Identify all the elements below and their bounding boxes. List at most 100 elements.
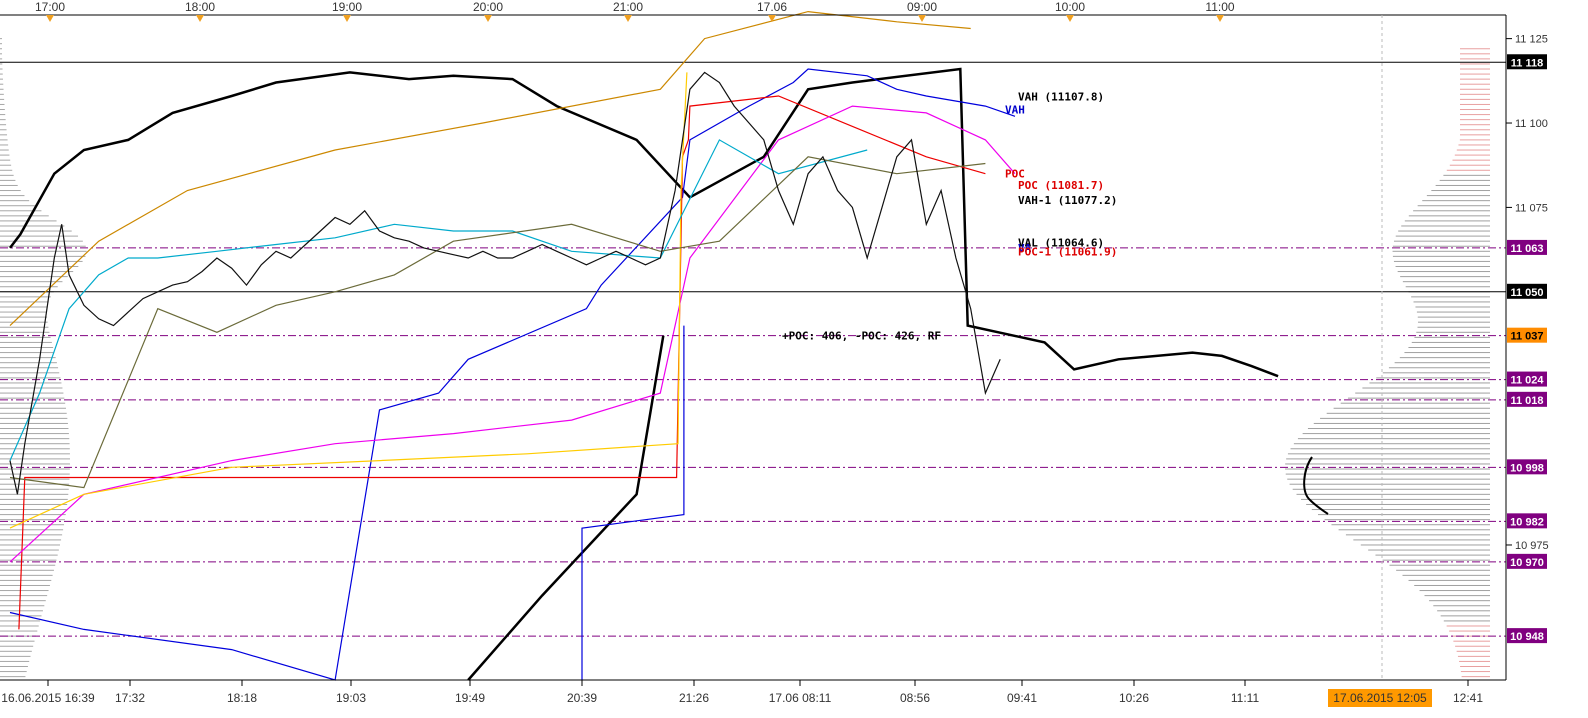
volume-bar-left [0,250,87,252]
volume-bar-right [1382,372,1490,374]
volume-bar-right [1347,397,1490,399]
volume-bar-left [0,544,60,546]
volume-bar-left [0,38,2,40]
volume-bar-right [1382,559,1490,561]
bottom-time-tick: 17:32 [115,691,145,705]
annotation-label: VAH [1005,104,1025,117]
volume-bar-right [1457,655,1490,657]
volume-bar-left [0,296,51,298]
volume-bar-left [0,640,35,642]
volume-bar-right [1446,625,1490,627]
volume-bar-left [0,169,13,171]
volume-bar-left [0,493,69,495]
volume-bar-left [0,190,21,192]
volume-bar-right [1460,53,1490,55]
volume-bar-right [1313,422,1490,424]
volume-bar-left [0,184,18,186]
volume-bar-right [1460,665,1490,667]
volume-bar-right [1326,412,1490,414]
volume-bar-left [0,387,63,389]
volume-bar-right [1293,443,1490,445]
volume-bar-left [0,341,52,343]
annotation-label: POC-1 (11061.9) [1018,246,1117,259]
volume-bar-left [0,590,49,592]
volume-bar-right [1419,590,1490,592]
volume-bar-left [0,377,61,379]
bottom-time-tick: 17.06 08:11 [769,691,832,705]
volume-bar-left [0,417,68,419]
volume-bar-right [1408,215,1490,217]
volume-bar-right [1461,676,1490,678]
volume-bar-right [1408,347,1490,348]
annotation-label: VAH (11107.8) [1018,91,1104,104]
volume-bar-right [1452,159,1490,161]
volume-bar-left [0,655,31,657]
volume-bar-left [0,78,3,80]
top-time-tick: 10:00 [1055,0,1085,14]
volume-bar-right [1411,296,1490,298]
y-tick-label: 11 100 [1515,118,1548,130]
volume-bar-right [1446,169,1490,171]
volume-bar-right [1435,184,1490,186]
volume-bar-right [1311,509,1490,511]
volume-bar-left [0,498,68,500]
volume-bar-right [1404,220,1490,222]
volume-bar-right [1338,529,1490,531]
volume-bar-left [0,539,62,541]
volume-bar-left [0,154,10,156]
volume-bar-left [0,605,45,607]
annotation-label: POC (11081.7) [1018,179,1104,192]
volume-bar-left [0,179,16,181]
volume-bar-left [0,382,62,384]
volume-bar-right [1289,483,1490,485]
volume-bar-left [0,225,65,227]
volume-bar-left [0,139,8,141]
bottom-time-tick: 16.06.2015 16:39 [1,691,95,705]
volume-bar-left [0,362,57,364]
volume-bar-right [1376,377,1490,379]
volume-bar-right [1460,134,1490,136]
volume-bar-right [1408,579,1490,581]
volume-bar-left [0,554,58,556]
volume-bar-right [1368,549,1490,551]
volume-bar-left [0,559,57,561]
volume-bar-right [1460,124,1490,126]
volume-bar-right [1320,417,1490,419]
volume-bar-right [1397,271,1490,273]
top-time-tick: 17.06 [757,0,787,14]
volume-bar-right [1433,605,1490,607]
volume-bar-right [1401,225,1490,227]
volume-bar-right [1392,255,1490,257]
top-time-tick: 09:00 [907,0,937,14]
volume-bar-right [1333,407,1490,409]
volume-bar-right [1460,78,1490,80]
volume-bar-right [1460,129,1490,131]
volume-bar-right [1307,428,1490,430]
bottom-time-tick: 12:41 [1453,691,1483,705]
bottom-time-tick: 10:26 [1119,691,1149,705]
volume-bar-right [1396,569,1490,571]
volume-bar-left [0,650,32,652]
bottom-time-tick: 19:49 [455,691,485,705]
volume-bar-left [0,600,46,602]
volume-bar-right [1460,58,1490,60]
volume-bar-right [1404,352,1490,354]
volume-bar-right [1292,488,1490,490]
volume-bar-left [0,428,69,430]
chart-background [0,0,1588,718]
volume-bar-right [1440,615,1490,617]
price-level-label: 11 024 [1510,375,1544,387]
volume-bar-right [1317,514,1490,516]
volume-bar-left [0,281,63,283]
volume-bar-right [1415,306,1490,308]
volume-bar-right [1413,210,1490,212]
volume-bar-right [1389,564,1490,566]
volume-bar-left [0,524,65,526]
volume-bar-left [0,200,30,202]
volume-bar-left [0,255,86,257]
volume-bar-left [0,448,70,450]
volume-bar-right [1460,114,1490,116]
volume-bar-right [1340,402,1490,404]
chart[interactable]: VAH (11107.8)VAHPOCPOC (11081.7)VAH-1 (1… [0,0,1588,718]
y-tick-label: 10 975 [1515,540,1549,552]
